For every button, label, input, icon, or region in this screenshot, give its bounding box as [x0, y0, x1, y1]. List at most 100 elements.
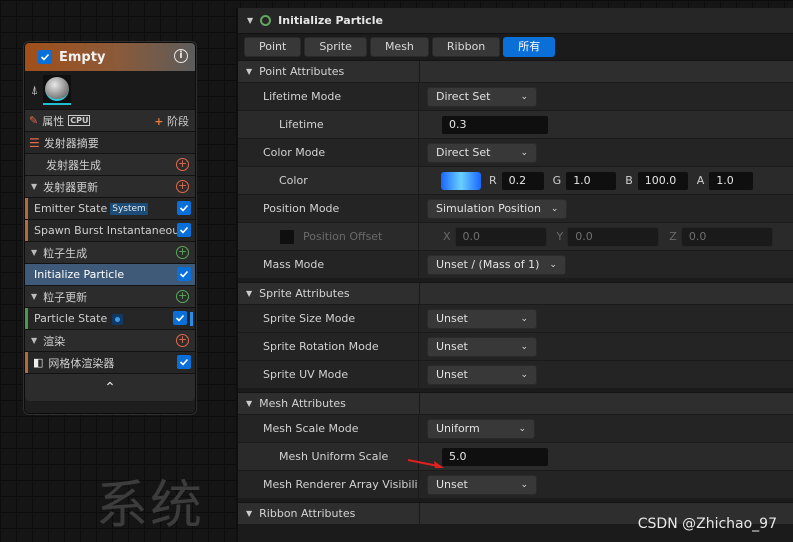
sphere-icon: [45, 77, 70, 101]
color-a-input[interactable]: 1.0: [708, 170, 755, 191]
properties-row[interactable]: ✎ 属性 CPU + 阶段: [25, 109, 195, 131]
property-label: Position Offset: [303, 230, 383, 243]
emitter-update-label: 发射器更新: [43, 180, 99, 194]
add-stage-button[interactable]: + 阶段: [154, 113, 189, 129]
particle-state-label: Particle State: [34, 312, 108, 325]
position-mode-dropdown[interactable]: Simulation Position ⌄: [427, 198, 568, 219]
particle-spawn-row[interactable]: ▼ 粒子生成 +: [25, 241, 195, 263]
color-b-input[interactable]: 100.0: [636, 170, 689, 191]
lifetime-mode-row: Lifetime Mode Direct Set ⌄: [238, 82, 793, 110]
tab-sprite[interactable]: Sprite: [304, 37, 367, 57]
lifetime-mode-dropdown[interactable]: Direct Set ⌄: [427, 86, 537, 107]
add-module-icon[interactable]: +: [176, 158, 189, 171]
position-offset-checkbox[interactable]: [279, 228, 295, 245]
stage-label: 阶段: [167, 115, 189, 128]
module-header[interactable]: ▼ Initialize Particle: [238, 8, 793, 34]
dropdown-value: Unset / (Mass of 1): [436, 258, 540, 271]
add-renderer-icon[interactable]: +: [176, 334, 189, 347]
emitter-thumbnail[interactable]: [43, 75, 72, 105]
emitter-summary-row[interactable]: ☰ 发射器摘要: [25, 131, 195, 153]
offset-y-input[interactable]: 0.0: [567, 226, 660, 247]
spawn-burst-row[interactable]: Spawn Burst Instantaneous: [25, 219, 195, 241]
property-label: Mass Mode: [238, 251, 419, 278]
module-enable-checkbox[interactable]: [177, 267, 191, 281]
pencil-icon: ✎: [29, 114, 39, 127]
property-label: Position Mode: [238, 195, 419, 222]
module-enable-checkbox[interactable]: [177, 355, 191, 369]
stage-color-bar: [25, 198, 28, 219]
collapse-triangle-icon[interactable]: ▼: [246, 399, 252, 408]
chevron-down-icon: ⌄: [520, 91, 528, 102]
tab-point[interactable]: Point: [244, 37, 302, 57]
mass-mode-dropdown[interactable]: Unset / (Mass of 1) ⌄: [427, 254, 566, 275]
color-r-input[interactable]: 0.2: [500, 170, 545, 191]
property-label: Mesh Renderer Array Visibility: [238, 471, 419, 498]
sprite-rotation-mode-dropdown[interactable]: Unset ⌄: [427, 336, 537, 357]
add-module-icon[interactable]: +: [176, 246, 189, 259]
particle-update-row[interactable]: ▼ 粒子更新 +: [25, 285, 195, 307]
mesh-attributes-section[interactable]: ▼ Mesh Attributes: [238, 392, 793, 414]
mesh-uniform-scale-row: Mesh Uniform Scale 5.0: [238, 442, 793, 470]
color-row: Color R 0.2 G 1.0 B 100.0 A 1.0: [238, 166, 793, 194]
property-label: Sprite Rotation Mode: [238, 333, 419, 360]
tab-ribbon[interactable]: Ribbon: [431, 37, 501, 57]
emitter-state-row[interactable]: Emitter State System: [25, 197, 195, 219]
point-attributes-section[interactable]: ▼ Point Attributes: [238, 60, 793, 82]
properties-label: 属性: [42, 114, 65, 128]
collapse-triangle-icon[interactable]: ▼: [31, 248, 37, 257]
collapse-triangle-icon[interactable]: ▼: [247, 16, 253, 25]
collapse-triangle-icon[interactable]: ▼: [246, 67, 252, 76]
sprite-size-mode-dropdown[interactable]: Unset ⌄: [427, 308, 537, 329]
particle-state-icon: [112, 314, 124, 325]
mesh-renderer-visibility-dropdown[interactable]: Unset ⌄: [427, 474, 537, 495]
add-module-icon[interactable]: +: [176, 290, 189, 303]
emitter-thumbnail-row: ⍋: [25, 71, 195, 109]
sprite-attributes-section[interactable]: ▼ Sprite Attributes: [238, 282, 793, 304]
color-g-input[interactable]: 1.0: [565, 170, 618, 191]
color-mode-row: Color Mode Direct Set ⌄: [238, 138, 793, 166]
cpu-badge: CPU: [68, 115, 91, 126]
r-label: R: [489, 174, 497, 187]
stage-color-bar: [25, 352, 28, 373]
chevron-down-icon: ⌄: [520, 369, 528, 380]
emitter-spawn-label: 发射器生成: [46, 158, 101, 172]
color-mode-dropdown[interactable]: Direct Set ⌄: [427, 142, 537, 163]
sprite-uv-mode-dropdown[interactable]: Unset ⌄: [427, 364, 537, 385]
collapse-triangle-icon[interactable]: ▼: [31, 292, 37, 301]
color-swatch[interactable]: [441, 171, 481, 190]
y-label: Y: [556, 230, 564, 243]
mesh-scale-mode-dropdown[interactable]: Uniform ⌄: [427, 418, 535, 439]
emitter-enable-checkbox[interactable]: [38, 50, 52, 64]
particle-state-row[interactable]: Particle State: [25, 307, 195, 329]
info-icon[interactable]: i: [174, 49, 188, 63]
mesh-scale-mode-row: Mesh Scale Mode Uniform ⌄: [238, 414, 793, 442]
filter-tabs: Point Sprite Mesh Ribbon 所有: [238, 34, 793, 60]
emitter-node[interactable]: Empty i ⍋ ✎ 属性 CPU + 阶段 ☰ 发射器摘要 发射器生成 + …: [24, 42, 196, 414]
emitter-title: Empty: [59, 49, 106, 65]
emitter-spawn-row[interactable]: 发射器生成 +: [25, 153, 195, 175]
add-module-icon[interactable]: +: [176, 180, 189, 193]
collapse-triangle-icon[interactable]: ▼: [31, 182, 37, 191]
render-row[interactable]: ▼ 渲染 +: [25, 329, 195, 351]
emitter-node-header[interactable]: Empty i: [25, 43, 195, 71]
offset-z-input[interactable]: 0.0: [680, 226, 773, 247]
mesh-renderer-label: 网格体渲染器: [48, 356, 115, 370]
collapse-triangle-icon[interactable]: ▼: [31, 336, 37, 345]
mesh-renderer-row[interactable]: ◧ 网格体渲染器: [25, 351, 195, 373]
lifetime-input[interactable]: 0.3: [441, 114, 549, 135]
tab-mesh[interactable]: Mesh: [369, 37, 429, 57]
collapse-node-button[interactable]: ⌃: [25, 373, 195, 401]
emitter-update-row[interactable]: ▼ 发射器更新 +: [25, 175, 195, 197]
spawn-burst-label: Spawn Burst Instantaneous: [34, 224, 185, 237]
module-enable-checkbox[interactable]: [177, 201, 191, 215]
mesh-uniform-scale-input[interactable]: 5.0: [441, 446, 549, 467]
module-enable-checkbox[interactable]: [173, 311, 187, 325]
collapse-triangle-icon[interactable]: ▼: [246, 289, 252, 298]
chevron-up-icon: ⌃: [104, 379, 116, 396]
module-enable-checkbox[interactable]: [177, 223, 191, 237]
offset-x-input[interactable]: 0.0: [454, 226, 547, 247]
chevron-down-icon: ⌄: [520, 313, 528, 324]
collapse-triangle-icon[interactable]: ▼: [246, 509, 252, 518]
initialize-particle-row[interactable]: Initialize Particle: [25, 263, 195, 285]
tab-all[interactable]: 所有: [503, 37, 556, 57]
